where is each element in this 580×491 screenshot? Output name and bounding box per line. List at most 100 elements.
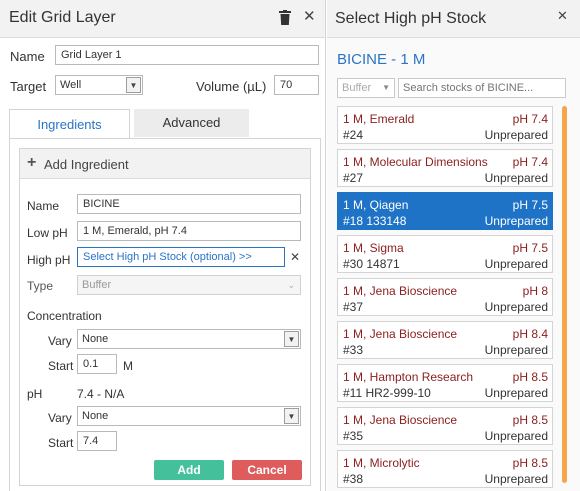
- conc-start-input[interactable]: [77, 354, 117, 374]
- conc-vary-value: None: [82, 333, 109, 345]
- stock-ph: pH 7.4: [512, 112, 548, 126]
- type-select-value: Buffer: [82, 279, 112, 291]
- ph-vary-value: None: [82, 410, 109, 422]
- ph-start-label: Start: [48, 436, 74, 450]
- stock-status: Unprepared: [484, 257, 548, 271]
- stock-name: 1 M, Jena Bioscience: [343, 413, 458, 427]
- stock-id: #27: [343, 171, 364, 185]
- stock-status: Unprepared: [484, 343, 548, 357]
- stock-id: #35: [343, 429, 364, 443]
- conc-start-label: Start: [48, 359, 74, 373]
- conc-vary-select[interactable]: None ▼: [77, 329, 301, 349]
- add-ingredient-header[interactable]: + Add Ingredient: [20, 149, 310, 179]
- stock-list: 1 M, Emerald pH 7.4 #24 Unprepared 1 M, …: [337, 106, 553, 491]
- stock-ph: pH 7.4: [512, 155, 548, 169]
- stock-name: 1 M, Hampton Research: [343, 370, 474, 384]
- stock-name: 1 M, Jena Bioscience: [343, 327, 458, 341]
- concentration-label: Concentration: [27, 309, 102, 323]
- volume-input[interactable]: [274, 75, 319, 95]
- ph-vary-select[interactable]: None ▼: [77, 406, 301, 426]
- stock-name: 1 M, Emerald: [343, 112, 415, 126]
- stock-ph: pH 7.5: [512, 241, 548, 255]
- add-button[interactable]: Add: [154, 460, 224, 480]
- tab-ingredients[interactable]: Ingredients: [9, 109, 130, 139]
- ingredient-name-input[interactable]: [77, 194, 301, 214]
- panel-title: Edit Grid Layer: [9, 9, 116, 26]
- target-label: Target: [10, 79, 47, 94]
- clear-icon[interactable]: ✕: [290, 250, 300, 264]
- stock-item[interactable]: 1 M, Jena Bioscience pH 8 #37 Unprepared: [337, 278, 553, 316]
- stock-item[interactable]: 1 M, Jena Bioscience pH 8.4 #33 Unprepar…: [337, 321, 553, 359]
- stock-ph: pH 8: [522, 284, 548, 298]
- stock-id: #38: [343, 472, 364, 486]
- stock-name: 1 M, Jena Bioscience: [343, 284, 458, 298]
- stock-ph: pH 8.4: [512, 327, 548, 341]
- select-stock-panel: Select High pH Stock ✕ BICINE - 1 M Buff…: [327, 0, 580, 491]
- close-icon[interactable]: ✕: [557, 8, 568, 24]
- stock-ph: pH 7.5: [512, 198, 548, 212]
- stock-item[interactable]: 1 M, Hampton Research pH 8.5 #11 HR2-999…: [337, 364, 553, 402]
- high-ph-stock-selector[interactable]: Select High pH Stock (optional) >>: [77, 247, 285, 267]
- ph-start-input[interactable]: [77, 431, 117, 451]
- stock-panel-header: Select High pH Stock ✕: [327, 0, 580, 38]
- stock-id: #30 14871: [343, 257, 400, 271]
- tab-advanced[interactable]: Advanced: [134, 109, 249, 137]
- stock-id: #33: [343, 343, 364, 357]
- stock-item[interactable]: 1 M, Sigma pH 7.5 #30 14871 Unprepared: [337, 235, 553, 273]
- stock-id: #37: [343, 300, 364, 314]
- stock-status: Unprepared: [484, 128, 548, 142]
- plus-icon: +: [27, 154, 37, 171]
- stock-status: Unprepared: [484, 429, 548, 443]
- target-select[interactable]: Well ▼: [55, 75, 143, 95]
- low-ph-input[interactable]: [77, 221, 301, 241]
- low-ph-label: Low pH: [27, 226, 68, 240]
- stock-id: #18 133148: [343, 214, 407, 228]
- name-label: Name: [10, 49, 45, 64]
- buffer-filter-value: Buffer: [342, 82, 372, 94]
- chevron-down-icon: ▼: [126, 77, 141, 93]
- chevron-down-icon: ▼: [382, 83, 390, 92]
- ph-vary-label: Vary: [48, 411, 72, 425]
- trash-icon[interactable]: [279, 10, 291, 25]
- stock-status: Unprepared: [484, 214, 548, 228]
- stock-status: Unprepared: [484, 386, 548, 400]
- stock-name: 1 M, Microlytic: [343, 456, 420, 470]
- chevron-down-icon: ▼: [284, 408, 299, 424]
- stock-id: #24: [343, 128, 364, 142]
- layer-name-input[interactable]: [55, 45, 319, 65]
- stock-status: Unprepared: [484, 300, 548, 314]
- type-select: Buffer ⌄: [77, 275, 301, 295]
- edit-grid-layer-panel: Edit Grid Layer ✕ Name Target Well ▼ Vol…: [0, 0, 326, 491]
- stock-status: Unprepared: [484, 171, 548, 185]
- conc-vary-label: Vary: [48, 334, 72, 348]
- stock-item[interactable]: 1 M, Jena Bioscience pH 8.5 #35 Unprepar…: [337, 407, 553, 445]
- stock-item[interactable]: 1 M, Microlytic pH 8.5 #38 Unprepared: [337, 450, 553, 488]
- stock-ph: pH 8.5: [512, 370, 548, 384]
- stock-name: 1 M, Sigma: [343, 241, 404, 255]
- cancel-button[interactable]: Cancel: [232, 460, 302, 480]
- stock-ph: pH 8.5: [512, 456, 548, 470]
- high-ph-label: High pH: [27, 253, 71, 267]
- type-label: Type: [27, 279, 54, 293]
- volume-label: Volume (µL): [196, 79, 267, 94]
- ph-range: 7.4 - N/A: [77, 387, 125, 401]
- scrollbar[interactable]: [562, 106, 567, 483]
- stock-ph: pH 8.5: [512, 413, 548, 427]
- stock-item[interactable]: 1 M, Molecular Dimensions pH 7.4 #27 Unp…: [337, 149, 553, 187]
- edit-panel-header: Edit Grid Layer ✕: [0, 0, 325, 38]
- stock-item[interactable]: 1 M, Emerald pH 7.4 #24 Unprepared: [337, 106, 553, 144]
- buffer-filter-select[interactable]: Buffer ▼: [337, 78, 395, 98]
- stock-name: 1 M, Molecular Dimensions: [343, 155, 488, 169]
- add-ingredient-title: Add Ingredient: [44, 157, 129, 172]
- ingredient-name-label: Name: [27, 199, 60, 213]
- stock-name: 1 M, Qiagen: [343, 198, 409, 212]
- stock-item-selected[interactable]: 1 M, Qiagen pH 7.5 #18 133148 Unprepared: [337, 192, 553, 230]
- stock-search-input[interactable]: [398, 78, 566, 98]
- stock-id: #11 HR2-999-10: [343, 386, 431, 400]
- chevron-down-icon: ▼: [284, 331, 299, 347]
- stock-status: Unprepared: [484, 472, 548, 486]
- chevron-down-icon: ⌄: [287, 280, 295, 290]
- close-icon[interactable]: ✕: [303, 7, 316, 25]
- ph-label: pH: [27, 387, 43, 401]
- target-select-value: Well: [60, 79, 82, 91]
